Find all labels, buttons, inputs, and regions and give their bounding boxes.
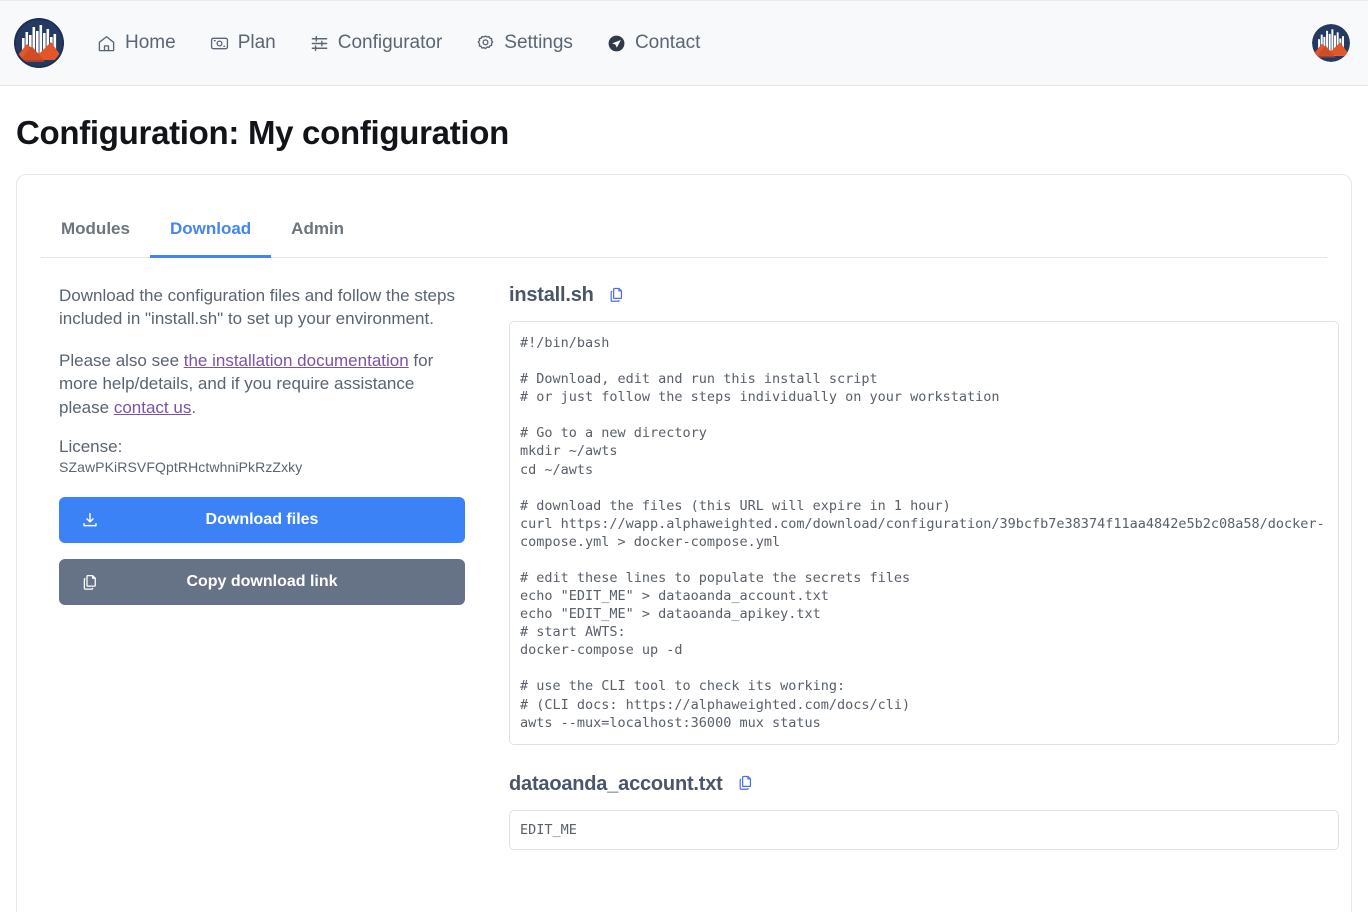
banknote-icon — [210, 34, 229, 53]
nav-item-configurator-label: Configurator — [337, 32, 443, 53]
nav-item-settings[interactable]: Settings — [459, 24, 590, 62]
gear-icon — [476, 34, 495, 53]
copy-download-link-button[interactable]: Copy download link — [59, 559, 465, 606]
avatar[interactable] — [1312, 24, 1350, 62]
file-name-install-sh: install.sh — [509, 284, 594, 306]
download-icon — [81, 511, 99, 529]
paper-plane-icon — [607, 34, 626, 53]
code-block-install-sh: #!/bin/bash # Download, edit and run thi… — [509, 321, 1339, 745]
file-name-dataoanda-account: dataoanda_account.txt — [509, 772, 723, 795]
nav-links: Home Plan Configurator Settings Contact — [80, 24, 717, 62]
alphaweighted-logo-icon — [14, 18, 64, 68]
nav-item-configurator[interactable]: Configurator — [293, 24, 460, 62]
sliders-icon — [310, 34, 329, 53]
copy-icon — [737, 774, 754, 794]
copy-install-sh-button[interactable] — [608, 286, 625, 306]
copy-icon — [608, 286, 625, 306]
tab-download[interactable]: Download — [149, 209, 272, 258]
tab-panel-download: Download the configuration files and fol… — [17, 258, 1351, 850]
nav-item-home[interactable]: Home — [80, 24, 193, 62]
copy-dataoanda-account-button[interactable] — [737, 774, 754, 794]
nav-item-plan[interactable]: Plan — [193, 24, 293, 62]
nav-item-plan-label: Plan — [237, 32, 276, 53]
configuration-card: Modules Download Admin Download the conf… — [16, 174, 1352, 912]
page-title: Configuration: My configuration — [16, 114, 509, 151]
download-info-panel: Download the configuration files and fol… — [41, 284, 471, 850]
file-header-install-sh: install.sh — [509, 284, 1339, 307]
files-panel: install.sh #!/bin/bash # Download, edit … — [489, 284, 1339, 850]
nav-item-settings-label: Settings — [504, 32, 573, 53]
copy-icon — [81, 573, 99, 591]
tab-bar: Modules Download Admin — [41, 209, 1327, 258]
tab-admin[interactable]: Admin — [271, 209, 364, 258]
download-files-button[interactable]: Download files — [59, 497, 465, 544]
help-suffix: . — [191, 397, 197, 417]
contact-us-link[interactable]: contact us — [114, 398, 192, 417]
brand-logo[interactable] — [14, 18, 64, 68]
license-label: License: — [59, 437, 123, 457]
home-icon — [97, 34, 116, 53]
nav-item-home-label: Home — [125, 32, 176, 53]
help-text: Please also see the installation documen… — [59, 349, 469, 419]
nav-item-contact-label: Contact — [634, 32, 701, 53]
copy-download-link-label: Copy download link — [186, 573, 338, 591]
nav-item-contact[interactable]: Contact — [590, 24, 717, 62]
code-block-dataoanda-account: EDIT_ME — [509, 809, 1339, 850]
file-header-dataoanda-account: dataoanda_account.txt — [509, 773, 1339, 796]
top-navbar: Home Plan Configurator Settings Contact — [0, 0, 1368, 86]
installation-documentation-link[interactable]: the installation documentation — [184, 351, 409, 370]
help-prefix: Please also see — [59, 350, 184, 370]
tab-modules[interactable]: Modules — [41, 209, 150, 258]
intro-text: Download the configuration files and fol… — [59, 286, 455, 329]
download-files-label: Download files — [205, 511, 319, 529]
license-key: SZawPKiRSVFQptRHctwhniPkRzZxky — [59, 459, 303, 476]
user-avatar-icon — [1312, 24, 1350, 62]
